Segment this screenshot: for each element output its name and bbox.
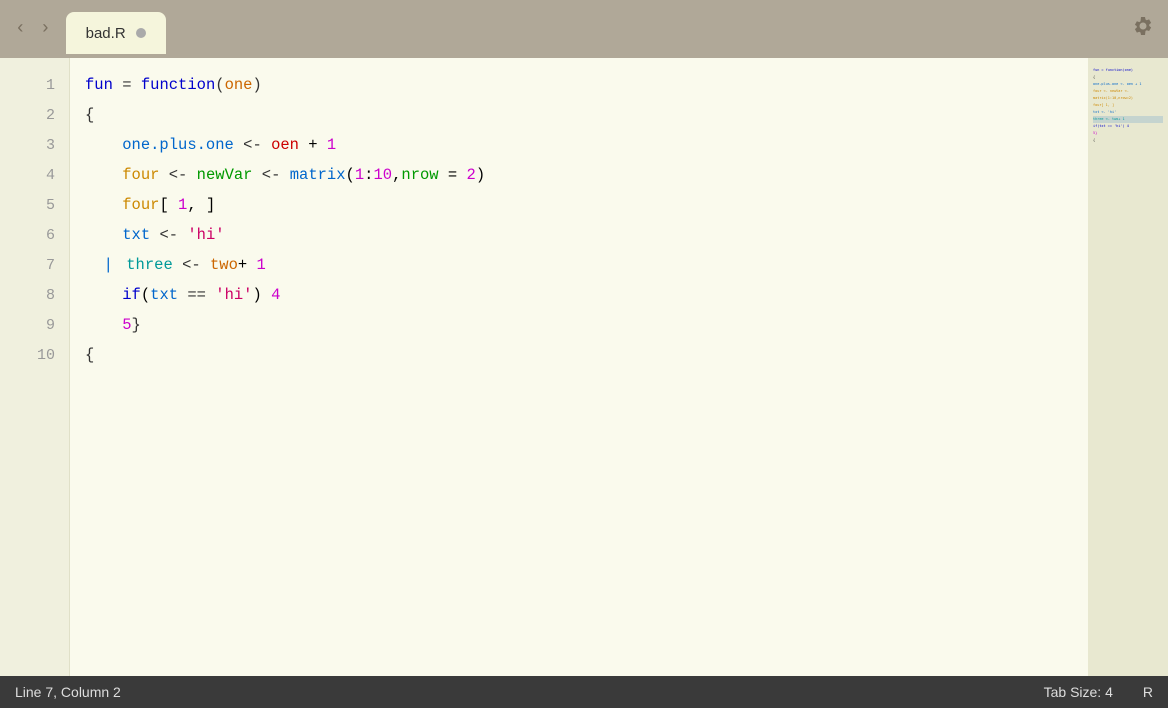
line-num-5: 5 (0, 190, 69, 220)
status-right: Tab Size: 4 R (1044, 684, 1153, 700)
line-num-9: 9 (0, 310, 69, 340)
title-bar: ‹ › bad.R (0, 0, 1168, 58)
line-num-7: 7 (0, 250, 69, 280)
minimap: fun = function(one) { one.plus.one <- oe… (1088, 58, 1168, 676)
tab-label: bad.R (86, 25, 126, 42)
line-num-2: 2 (0, 100, 69, 130)
code-line-10: { (85, 340, 1073, 370)
line-num-3: 3 (0, 130, 69, 160)
tab-size-label[interactable]: Tab Size: 4 (1044, 684, 1113, 700)
nav-forward-button[interactable]: › (35, 17, 56, 41)
line-num-8: 8 (0, 280, 69, 310)
line-num-1: 1 (0, 70, 69, 100)
code-line-5: four[ 1, ] (85, 190, 1073, 220)
line-numbers: 1 2 3 4 5 6 7 8 9 10 (0, 58, 70, 676)
code-line-8: if(txt == 'hi') 4 (85, 280, 1073, 310)
status-bar: Line 7, Column 2 Tab Size: 4 R (0, 676, 1168, 708)
line-num-4: 4 (0, 160, 69, 190)
code-editor[interactable]: fun = function(one) { one.plus.one <- oe… (70, 58, 1088, 676)
code-line-6: txt <- 'hi' (85, 220, 1073, 250)
tab-modified-indicator (136, 28, 146, 38)
settings-icon[interactable] (1133, 16, 1153, 42)
line-num-6: 6 (0, 220, 69, 250)
nav-arrows[interactable]: ‹ › (10, 17, 56, 41)
file-tab[interactable]: bad.R (66, 12, 166, 54)
code-line-3: one.plus.one <- oen + 1 (85, 130, 1073, 160)
nav-back-button[interactable]: ‹ (10, 17, 31, 41)
code-line-4: four <- newVar <- matrix(1:10,nrow = 2) (85, 160, 1073, 190)
language-label[interactable]: R (1143, 684, 1153, 700)
code-line-7: | three <- two+ 1 (85, 250, 1073, 280)
code-line-1: fun = function(one) (85, 70, 1073, 100)
status-position: Line 7, Column 2 (15, 684, 121, 700)
code-line-2: { (85, 100, 1073, 130)
line-num-10: 10 (0, 340, 69, 370)
cursor-position: Line 7, Column 2 (15, 684, 121, 700)
code-line-9: 5} (85, 310, 1073, 340)
editor-container: 1 2 3 4 5 6 7 8 9 10 fun = function(one)… (0, 58, 1168, 676)
